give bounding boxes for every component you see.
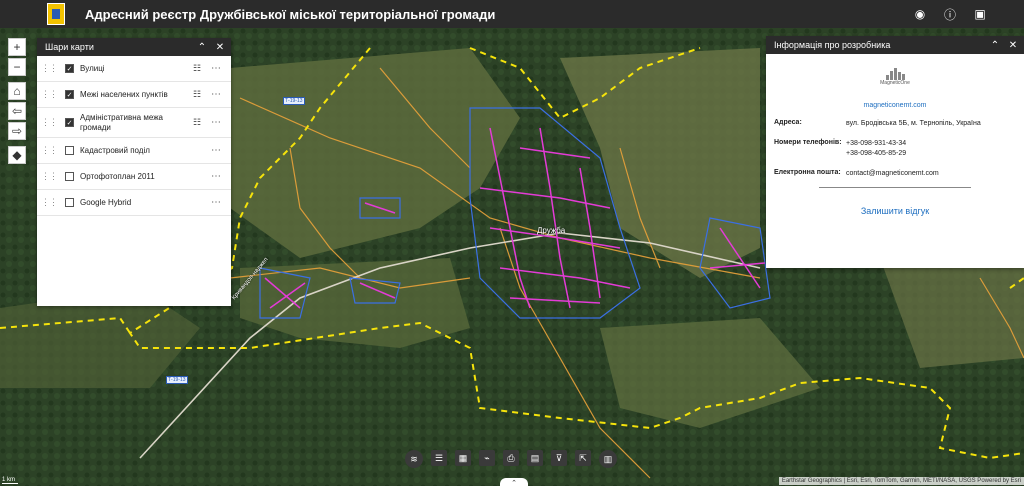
map-controls: + − ⌂ ⇦ ⇨ ◆ (8, 38, 26, 166)
phones-key: Номери телефонів: (774, 139, 842, 146)
zoom-out-button[interactable]: − (8, 58, 26, 76)
layer-checkbox[interactable] (65, 172, 74, 181)
email-value: contact@magneticonemt.com (846, 170, 939, 177)
layer-checkbox[interactable]: ✓ (65, 90, 74, 99)
drag-handle-icon[interactable]: ⋮⋮ (41, 171, 58, 182)
address-key: Адреса: (774, 119, 802, 126)
more-options-icon[interactable]: ⋯ (211, 117, 225, 128)
phone-1: +38-098-931-43-34 (846, 140, 907, 147)
layer-label: Межі населених пунктів (80, 89, 168, 99)
list-icon[interactable]: ☰ (431, 450, 447, 466)
grid-icon[interactable]: ▦ (455, 450, 471, 466)
layer-label: Кадастровий поділ (80, 145, 150, 155)
app-title: Адресний реєстр Дружбівської міської тер… (85, 6, 496, 22)
expand-bottom-icon[interactable]: ⌃ (500, 478, 528, 486)
layer-checkbox[interactable] (65, 198, 74, 207)
bookmark-icon[interactable]: ▤ (527, 450, 543, 466)
website-link[interactable]: magneticonemt.com (774, 102, 1016, 109)
print-icon[interactable]: ⎙ (503, 450, 519, 466)
drag-handle-icon[interactable]: ⋮⋮ (41, 63, 58, 74)
bottom-toolbar: ≋ ☰ ▦ ⌁ ⎙ ▤ ⊽ ⇱ ▥ (405, 450, 617, 468)
layer-item[interactable]: ⋮⋮ ✓ Вулиці ☷ ⋯ (37, 56, 231, 82)
layers-panel-header: Шари карти ⌃ ✕ (37, 38, 231, 56)
brand-name: MagneticOne (880, 80, 910, 86)
brand-logo: MagneticOne (875, 68, 915, 90)
layer-item[interactable]: ⋮⋮ Google Hybrid ⋯ (37, 190, 231, 216)
compass-icon[interactable]: ◆ (8, 146, 26, 164)
map-attribution: Earthstar Geographics | Esri, Esri, TomT… (778, 477, 1024, 485)
coat-of-arms-logo (47, 3, 65, 25)
collapse-icon[interactable]: ⌃ (195, 40, 209, 54)
layer-label: Адміністративна межа громади (80, 112, 163, 132)
app-header: Адресний реєстр Дружбівської міської тер… (0, 0, 1024, 28)
close-icon[interactable]: ✕ (213, 40, 227, 54)
forward-icon[interactable]: ⇨ (8, 122, 26, 140)
more-options-icon[interactable]: ⋯ (211, 171, 225, 182)
info-panel-title: Інформація про розробника (774, 40, 891, 50)
layer-item[interactable]: ⋮⋮ Кадастровий поділ ⋯ (37, 138, 231, 164)
legend-icon[interactable]: ☷ (193, 63, 205, 74)
city-label: Дружба (537, 226, 566, 235)
zoom-in-button[interactable]: + (8, 38, 26, 56)
layer-label: Вулиці (80, 63, 105, 73)
layers-panel-title: Шари карти (45, 42, 94, 52)
layer-item[interactable]: ⋮⋮ Ортофотоплан 2011 ⋯ (37, 164, 231, 190)
account-icon[interactable]: ◉ (912, 6, 928, 22)
legend-icon[interactable]: ☷ (193, 89, 205, 100)
road-badge: Т-19-13 (166, 376, 188, 384)
info-panel: Інформація про розробника ⌃ ✕ MagneticOn… (766, 36, 1024, 268)
road-badge: Т-19-13 (283, 97, 305, 105)
layer-checkbox[interactable]: ✓ (65, 64, 74, 73)
divider (819, 187, 971, 188)
more-options-icon[interactable]: ⋯ (211, 63, 225, 74)
info-icon[interactable]: ⓘ (942, 6, 958, 22)
share-icon[interactable]: ⇱ (575, 450, 591, 466)
close-icon[interactable]: ✕ (1006, 38, 1020, 52)
drag-handle-icon[interactable]: ⋮⋮ (41, 89, 58, 100)
filter-icon[interactable]: ⊽ (551, 450, 567, 466)
email-key: Електронна пошта: (774, 169, 841, 176)
layer-item[interactable]: ⋮⋮ ✓ Межі населених пунктів ☷ ⋯ (37, 82, 231, 108)
layers-panel: Шари карти ⌃ ✕ ⋮⋮ ✓ Вулиці ☷ ⋯ ⋮⋮ ✓ Межі населе… (37, 38, 231, 306)
collapse-icon[interactable]: ⌃ (988, 38, 1002, 52)
legend-icon[interactable]: ☷ (193, 117, 205, 128)
address-value: вул. Бродівська 5Б, м. Тернопіль, Україн… (846, 120, 981, 127)
info-panel-header: Інформація про розробника ⌃ ✕ (766, 36, 1024, 54)
layer-list: ⋮⋮ ✓ Вулиці ☷ ⋯ ⋮⋮ ✓ Межі населених пунктів ☷ ⋯ ⋮⋮… (37, 56, 231, 216)
more-options-icon[interactable]: ⋯ (211, 145, 225, 156)
more-options-icon[interactable]: ⋯ (211, 197, 225, 208)
table-icon[interactable]: ▥ (599, 450, 617, 468)
phone-2: +38-098-405-85-29 (846, 150, 907, 157)
back-icon[interactable]: ⇦ (8, 102, 26, 120)
feedback-link[interactable]: Залишити відгук (774, 206, 1016, 216)
drag-handle-icon[interactable]: ⋮⋮ (41, 117, 58, 128)
measure-icon[interactable]: ⌁ (479, 450, 495, 466)
home-icon[interactable]: ⌂ (8, 82, 26, 100)
drag-handle-icon[interactable]: ⋮⋮ (41, 197, 58, 208)
layer-item[interactable]: ⋮⋮ ✓ Адміністративна межа громади ☷ ⋯ (37, 108, 231, 138)
layers-icon[interactable]: ≋ (405, 450, 423, 468)
drag-handle-icon[interactable]: ⋮⋮ (41, 145, 58, 156)
layer-label: Google Hybrid (80, 197, 132, 207)
more-options-icon[interactable]: ⋯ (211, 89, 225, 100)
scale-bar: 1 km (2, 477, 18, 484)
layer-checkbox[interactable] (65, 146, 74, 155)
layer-checkbox[interactable]: ✓ (65, 118, 74, 127)
layer-label: Ортофотоплан 2011 (80, 171, 155, 181)
save-icon[interactable]: ▣ (972, 6, 988, 22)
